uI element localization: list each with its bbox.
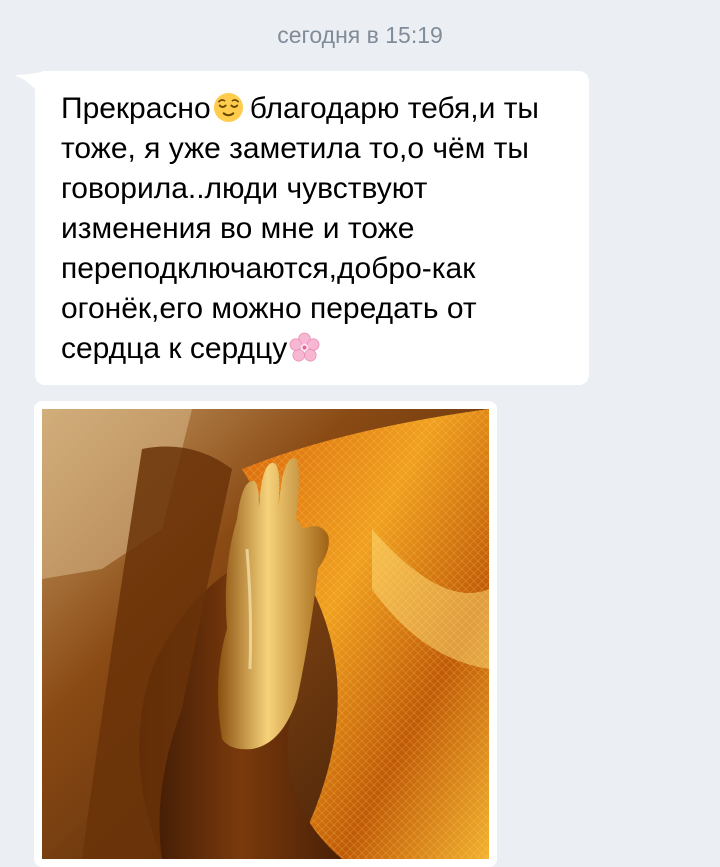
message-body: ты тоже, я уже заметила то,о чём ты гово…	[61, 92, 539, 365]
relieved-face-icon	[213, 92, 243, 123]
message-line1-start: Прекрасно	[61, 92, 211, 125]
cherry-blossom-icon	[289, 332, 320, 362]
date-separator: сегодня в 15:19	[277, 22, 443, 48]
buddha-hand-image	[42, 409, 489, 859]
message-line1-end: благодарю тебя,и	[249, 92, 496, 125]
buddha-hand-photo[interactable]	[42, 409, 489, 859]
photo-attachment[interactable]	[34, 401, 497, 867]
message-text: Прекрасно благодарю тебя,и ты тоже, я уж…	[61, 89, 561, 369]
message-bubble[interactable]: Прекрасно благодарю тебя,и ты тоже, я уж…	[35, 71, 589, 385]
